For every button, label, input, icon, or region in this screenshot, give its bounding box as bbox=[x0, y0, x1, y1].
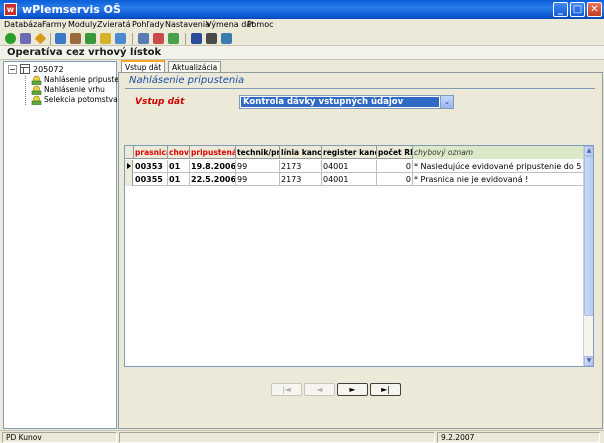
cell-register[interactable]: 04001 bbox=[322, 173, 377, 186]
cell-technik[interactable]: 99 bbox=[236, 160, 280, 173]
check-icon[interactable] bbox=[5, 33, 16, 44]
cell-pocet[interactable]: 0 bbox=[377, 160, 413, 173]
next-record-button[interactable]: ► bbox=[337, 383, 368, 396]
save-icon[interactable] bbox=[191, 33, 202, 44]
edit-icon[interactable] bbox=[70, 33, 81, 44]
pig-icon bbox=[31, 75, 42, 85]
chart-icon[interactable] bbox=[153, 33, 164, 44]
status-middle bbox=[119, 432, 435, 443]
tree-root-label: 205072 bbox=[33, 65, 64, 74]
page-title: Operatíva cez vrhový lístok bbox=[7, 47, 162, 58]
diamond-icon[interactable] bbox=[34, 32, 47, 45]
window-title: wPlemservis OŠ bbox=[22, 3, 121, 16]
arrow-icon[interactable] bbox=[85, 33, 96, 44]
chevron-down-icon[interactable]: ⌄ bbox=[440, 96, 453, 108]
calendar-icon[interactable] bbox=[20, 33, 31, 44]
toolbar-separator bbox=[185, 33, 186, 45]
scroll-up-icon[interactable]: ▲ bbox=[584, 146, 593, 156]
menu-nastavenia[interactable]: Nastavenia bbox=[165, 20, 210, 29]
vstup-dat-select[interactable]: Kontrola dávky vstupných údajov ⌄ bbox=[239, 95, 454, 109]
cell-prasnica[interactable]: 00353 bbox=[134, 160, 168, 173]
status-user: PD Kunov bbox=[2, 432, 117, 443]
section-divider bbox=[125, 88, 595, 89]
toolbar-separator bbox=[50, 33, 51, 45]
menu-pohlady[interactable]: Pohľady bbox=[132, 20, 164, 29]
cell-technik[interactable]: 99 bbox=[236, 173, 280, 186]
cell-oznam[interactable]: * Nasledujúce evidované pripustenie do 5… bbox=[413, 160, 585, 173]
menu-databaza[interactable]: Databáza bbox=[4, 20, 42, 29]
cell-register[interactable]: 04001 bbox=[322, 160, 377, 173]
cell-pripustena[interactable]: 19.8.2006 bbox=[190, 160, 236, 173]
column-header-prasnica[interactable]: prasnica bbox=[134, 146, 168, 159]
scroll-down-icon[interactable]: ▼ bbox=[584, 356, 593, 366]
cell-linia[interactable]: 2173 bbox=[280, 173, 322, 186]
page-header: Operatíva cez vrhový lístok bbox=[0, 46, 604, 60]
column-header-chybovy-oznam[interactable]: chybový oznam bbox=[413, 146, 585, 159]
cell-chov[interactable]: 01 bbox=[168, 160, 190, 173]
graph-icon[interactable] bbox=[168, 33, 179, 44]
select-value: Kontrola dávky vstupných údajov bbox=[241, 97, 439, 107]
cell-prasnica[interactable]: 00355 bbox=[134, 173, 168, 186]
tree-item-label: Selekcia potomstva bbox=[44, 95, 118, 104]
grid-header: prasnica chov pripustená technik/prir lí… bbox=[125, 146, 585, 159]
status-date: 9.2.2007 bbox=[437, 432, 600, 443]
app-icon: w bbox=[4, 3, 17, 16]
section-title: Nahlásenie pripustenia bbox=[129, 75, 245, 86]
cell-oznam[interactable]: * Prasnica nie je evidovaná ! bbox=[413, 173, 585, 186]
column-header-pocet-re[interactable]: počet RE bbox=[377, 146, 413, 159]
column-header-pripustena[interactable]: pripustená bbox=[190, 146, 236, 159]
close-button[interactable]: ✕ bbox=[587, 2, 602, 17]
vertical-scrollbar[interactable]: ▲ ▼ bbox=[583, 146, 593, 366]
config-icon[interactable] bbox=[138, 33, 149, 44]
column-header-technik[interactable]: technik/prir bbox=[236, 146, 280, 159]
row-indicator bbox=[125, 160, 133, 173]
table-row[interactable]: 00353 01 19.8.2006 99 2173 04001 0 * Nas… bbox=[125, 160, 585, 173]
menu-pomoc[interactable]: Pomoc bbox=[247, 20, 274, 29]
toolbar bbox=[0, 32, 604, 46]
collapse-icon[interactable]: − bbox=[8, 65, 17, 74]
content-panel: Nahlásenie pripustenia Vstup dát Kontrol… bbox=[118, 72, 603, 429]
grid-icon[interactable] bbox=[55, 33, 66, 44]
cell-pocet[interactable]: 0 bbox=[377, 173, 413, 186]
maximize-button[interactable]: □ bbox=[570, 2, 585, 17]
folder-icon[interactable] bbox=[100, 33, 111, 44]
cell-pripustena[interactable]: 22.5.2006 bbox=[190, 173, 236, 186]
current-row-pointer-icon bbox=[127, 163, 131, 169]
navigation-tree: − 205072 Nahlásenie pripustenia Nahlásen… bbox=[3, 61, 130, 429]
row-indicator bbox=[125, 173, 133, 186]
data-grid: prasnica chov pripustená technik/prir lí… bbox=[124, 145, 594, 367]
title-bar: w wPlemservis OŠ _ □ ✕ bbox=[0, 0, 604, 19]
print-icon[interactable] bbox=[206, 33, 217, 44]
minimize-button[interactable]: _ bbox=[553, 2, 568, 17]
column-header-linia-kanca[interactable]: línia kanca bbox=[280, 146, 322, 159]
menu-farmy[interactable]: Farmy bbox=[42, 20, 66, 29]
vstup-dat-label: Vstup dát bbox=[135, 97, 185, 107]
scroll-thumb[interactable] bbox=[584, 156, 593, 316]
grid-header-indicator bbox=[125, 146, 134, 159]
menu-bar: Databáza Farmy Moduly Zvieratá Pohľady N… bbox=[0, 19, 604, 32]
last-record-button[interactable]: ►| bbox=[370, 383, 401, 396]
tree-item-label: Nahlásenie vrhu bbox=[44, 85, 105, 94]
column-header-chov[interactable]: chov bbox=[168, 146, 190, 159]
cell-linia[interactable]: 2173 bbox=[280, 160, 322, 173]
pig-icon bbox=[31, 95, 42, 105]
previous-record-button[interactable]: ◄ bbox=[304, 383, 335, 396]
farm-icon bbox=[20, 64, 30, 74]
report-icon[interactable] bbox=[115, 33, 126, 44]
menu-zvierata[interactable]: Zvieratá bbox=[97, 20, 131, 29]
table-row[interactable]: 00355 01 22.5.2006 99 2173 04001 0 * Pra… bbox=[125, 173, 585, 186]
monitor-icon[interactable] bbox=[221, 33, 232, 44]
toolbar-separator bbox=[132, 33, 133, 45]
status-bar: PD Kunov 9.2.2007 bbox=[0, 430, 604, 443]
pig-icon bbox=[31, 85, 42, 95]
first-record-button[interactable]: |◄ bbox=[271, 383, 302, 396]
menu-moduly[interactable]: Moduly bbox=[68, 20, 97, 29]
tree-connector bbox=[25, 76, 26, 105]
column-header-register-kanca[interactable]: register kanca bbox=[322, 146, 377, 159]
cell-chov[interactable]: 01 bbox=[168, 173, 190, 186]
